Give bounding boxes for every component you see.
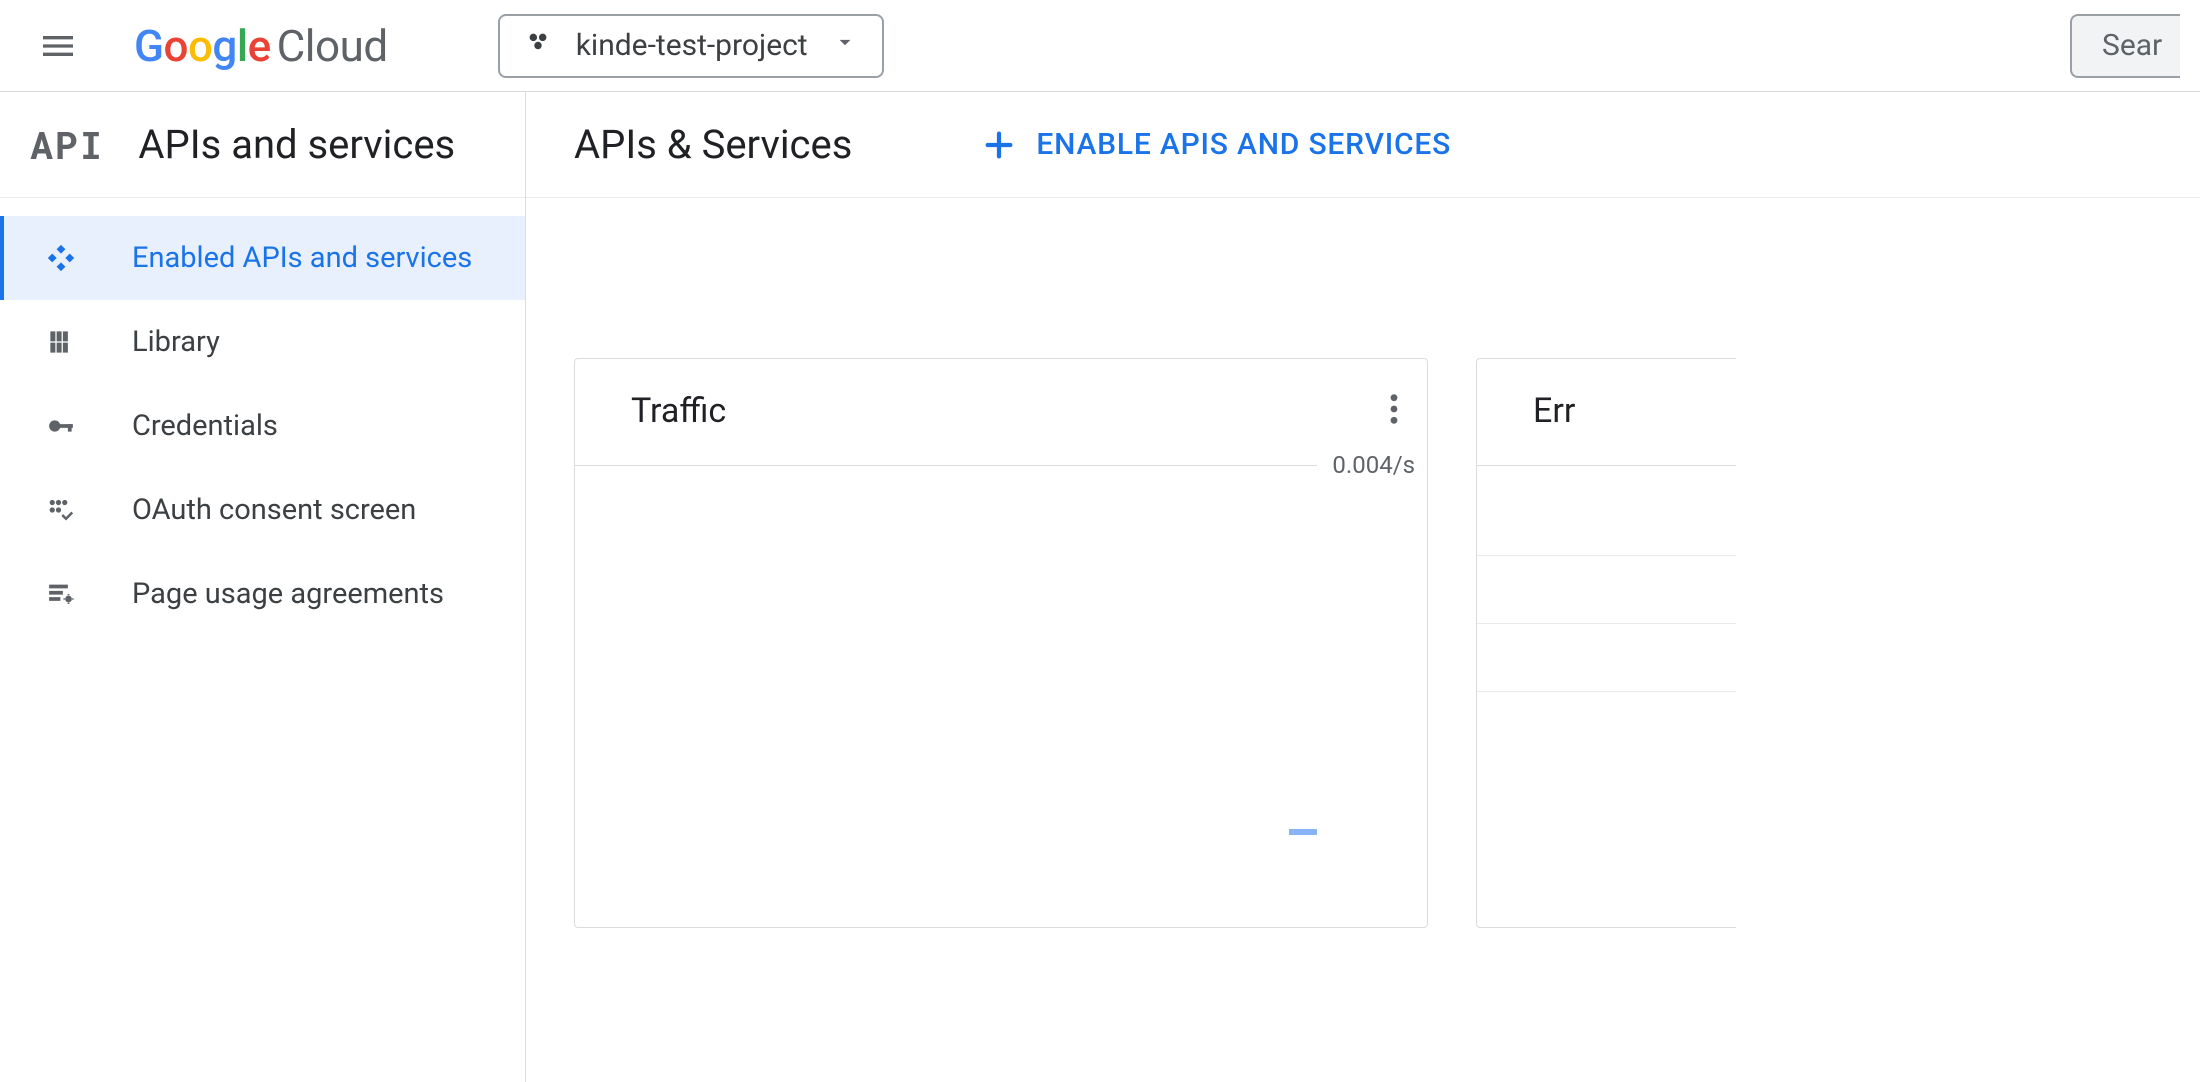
project-hex-icon [524, 28, 552, 64]
chart-gridline [575, 465, 1317, 466]
sidebar-header: API APIs and services [0, 92, 525, 198]
sidebar-nav: Enabled APIs and services Library Creden… [0, 198, 525, 636]
errors-card: Err [1476, 358, 1736, 928]
main-area: APIs & Services ENABLE APIS AND SERVICES… [526, 92, 2200, 1082]
logo-cloud-word: Cloud [277, 20, 388, 72]
top-bar: Google Cloud kinde-test-project Sear [0, 0, 2200, 92]
sidebar-item-label: OAuth consent screen [132, 493, 416, 527]
search-input[interactable]: Sear [2070, 14, 2180, 78]
plus-icon [982, 128, 1016, 162]
sidebar-item-enabled-apis[interactable]: Enabled APIs and services [0, 216, 525, 300]
chart-gridline [1477, 555, 1736, 556]
logo-letter: o [188, 20, 212, 72]
hamburger-menu-button[interactable] [30, 18, 86, 74]
logo-letter: l [237, 20, 248, 72]
chart-gridline-label: 0.004/s [1332, 451, 1415, 479]
kebab-icon [1389, 392, 1399, 426]
logo-letter: e [248, 20, 271, 72]
cards-row: Traffic 0.004/s Err [526, 198, 2200, 928]
errors-card-title: Err [1533, 391, 1575, 431]
chart-gridline [1477, 623, 1736, 624]
sidebar-item-oauth-consent[interactable]: OAuth consent screen [0, 468, 525, 552]
consent-icon [44, 495, 78, 525]
main-header: APIs & Services ENABLE APIS AND SERVICES [526, 92, 2200, 198]
sidebar-item-page-usage-agreements[interactable]: Page usage agreements [0, 552, 525, 636]
traffic-card-menu-button[interactable] [1389, 392, 1399, 430]
traffic-chart: 0.004/s [575, 463, 1427, 927]
logo-letter: o [163, 20, 187, 72]
sidebar-item-library[interactable]: Library [0, 300, 525, 384]
project-name: kinde-test-project [576, 28, 808, 63]
sidebar-title: APIs and services [138, 121, 455, 168]
sidebar-item-label: Library [132, 325, 220, 359]
logo-letter: G [134, 20, 163, 72]
traffic-card-header: Traffic [575, 359, 1427, 463]
library-icon [44, 327, 78, 357]
errors-card-header: Err [1477, 359, 1736, 463]
google-cloud-logo[interactable]: Google Cloud [134, 20, 388, 72]
hamburger-icon [38, 26, 78, 66]
traffic-card: Traffic 0.004/s [574, 358, 1428, 928]
key-icon [44, 411, 78, 441]
page-title: APIs & Services [574, 121, 852, 168]
api-badge-icon: API [30, 120, 104, 170]
chart-data-point [1289, 829, 1317, 835]
chart-gridline [1477, 691, 1736, 692]
errors-chart [1477, 463, 1736, 927]
dropdown-caret-icon [832, 28, 858, 63]
agreement-icon [44, 579, 78, 609]
logo-letter: g [212, 20, 236, 72]
sidebar-item-label: Page usage agreements [132, 577, 444, 611]
enable-apis-label: ENABLE APIS AND SERVICES [1036, 127, 1451, 162]
project-picker[interactable]: kinde-test-project [498, 14, 884, 78]
traffic-card-title: Traffic [631, 391, 726, 431]
sidebar-item-label: Credentials [132, 409, 278, 443]
diamond-cluster-icon [44, 243, 78, 273]
sidebar: API APIs and services Enabled APIs and s… [0, 92, 526, 1082]
sidebar-item-label: Enabled APIs and services [132, 241, 472, 275]
search-placeholder: Sear [2102, 28, 2162, 63]
enable-apis-button[interactable]: ENABLE APIS AND SERVICES [982, 127, 1451, 162]
sidebar-item-credentials[interactable]: Credentials [0, 384, 525, 468]
chart-gridline [1477, 465, 1736, 466]
